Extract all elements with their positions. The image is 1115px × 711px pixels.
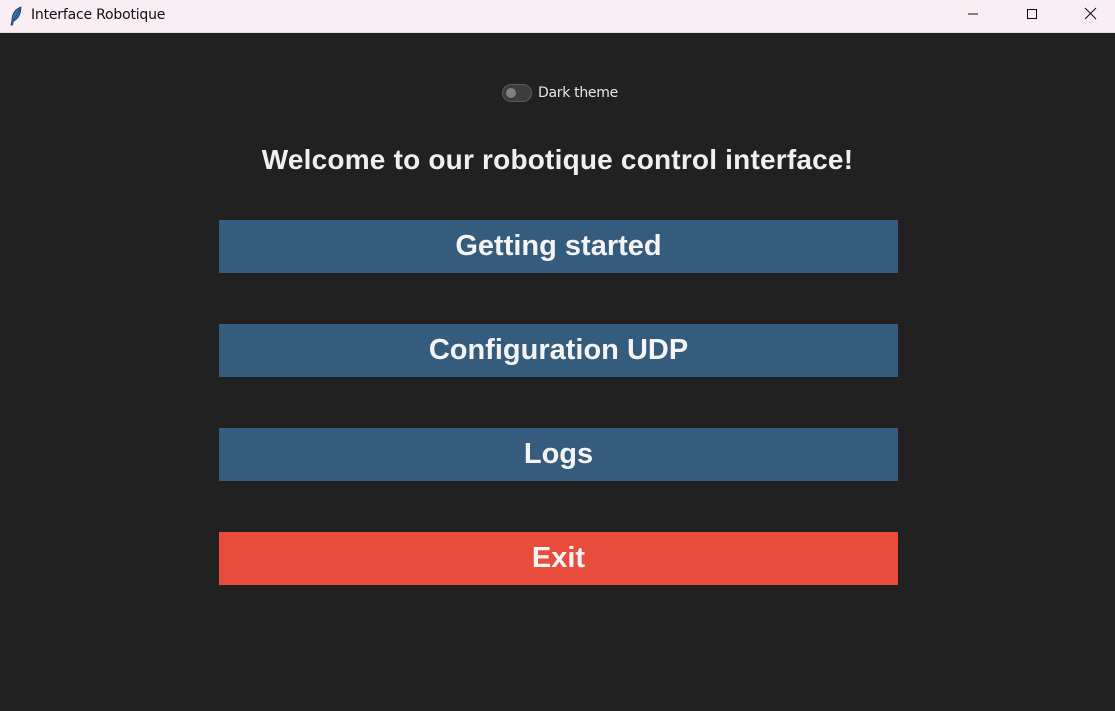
feather-icon (9, 6, 23, 26)
toggle-knob (506, 88, 516, 98)
window-title: Interface Robotique (31, 7, 166, 23)
close-button[interactable] (1061, 0, 1115, 32)
minimize-button[interactable] (944, 0, 1002, 32)
title-bar: Interface Robotique (0, 0, 1115, 33)
exit-button[interactable]: Exit (219, 532, 898, 585)
getting-started-button[interactable]: Getting started (219, 220, 898, 273)
minimize-icon (967, 7, 979, 25)
welcome-heading: Welcome to our robotique control interfa… (261, 144, 854, 175)
configuration-udp-button[interactable]: Configuration UDP (219, 324, 898, 377)
close-icon (1084, 7, 1097, 25)
logs-button[interactable]: Logs (219, 428, 898, 481)
maximize-button[interactable] (1003, 0, 1061, 32)
maximize-icon (1026, 7, 1038, 25)
toggle-switch[interactable] (502, 84, 532, 102)
dark-theme-label: Dark theme (538, 85, 618, 101)
dark-theme-toggle[interactable]: Dark theme (502, 84, 618, 102)
main-content: Dark theme Welcome to our robotique cont… (0, 33, 1115, 711)
